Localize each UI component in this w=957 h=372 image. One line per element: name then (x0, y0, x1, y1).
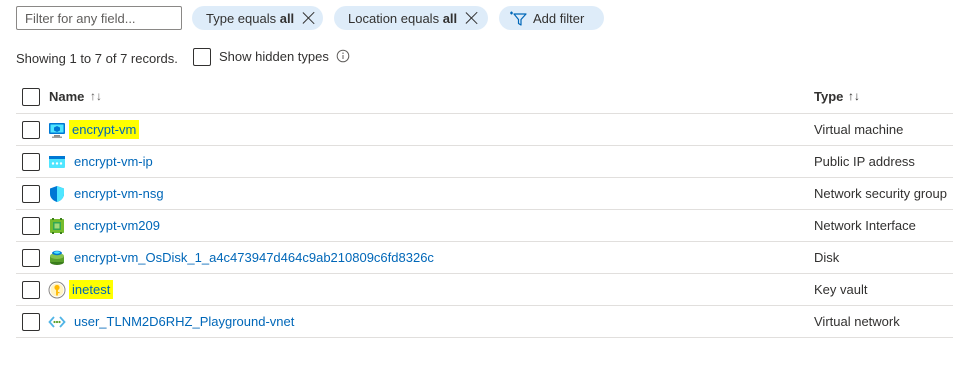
type-filter-pill[interactable]: Type equals all (192, 6, 323, 30)
nsg-shield-icon (50, 186, 64, 202)
add-filter-button[interactable]: Add filter (499, 6, 604, 30)
resource-link[interactable]: encrypt-vm_OsDisk_1_a4c473947d464c9ab210… (74, 250, 434, 265)
resource-link[interactable]: user_TLNM2D6RHZ_Playground-vnet (74, 314, 294, 329)
location-filter-text: Location equals all (348, 10, 458, 26)
row-checkbox[interactable] (22, 121, 40, 139)
virtual-network-icon (48, 316, 66, 328)
records-count-text: Showing 1 to 7 of 7 records. (16, 51, 178, 66)
type-sort-icon[interactable]: ↑↓ (848, 89, 860, 103)
resource-type: Network Interface (814, 218, 916, 233)
add-filter-icon (510, 11, 527, 26)
row-checkbox[interactable] (22, 313, 40, 331)
resource-link[interactable]: encrypt-vm-ip (74, 154, 153, 169)
resource-link[interactable]: encrypt-vm209 (74, 218, 160, 233)
location-filter-pill[interactable]: Location equals all (334, 6, 488, 30)
network-interface-icon (50, 218, 64, 234)
type-column-header[interactable]: Type (814, 89, 843, 104)
table-row: encrypt-vm-ip Public IP address (16, 146, 953, 178)
table-row: encrypt-vm-nsg Network security group (16, 178, 953, 210)
select-all-checkbox[interactable] (22, 88, 40, 106)
table-row: user_TLNM2D6RHZ_Playground-vnet Virtual … (16, 306, 953, 338)
table-row: encrypt-vm Virtual machine (16, 114, 953, 146)
close-icon[interactable] (302, 11, 313, 25)
info-icon[interactable] (336, 49, 350, 63)
table-row: encrypt-vm209 Network Interface (16, 210, 953, 242)
show-hidden-types-checkbox[interactable] (193, 48, 211, 66)
show-hidden-types-label: Show hidden types (219, 49, 329, 64)
name-sort-icon[interactable]: ↑↓ (90, 89, 102, 103)
public-ip-icon (49, 156, 65, 168)
table-row: inetest Key vault (16, 274, 953, 306)
filter-input[interactable] (16, 6, 182, 30)
disk-icon (50, 250, 64, 265)
resource-link[interactable]: inetest (69, 280, 114, 299)
add-filter-label: Add filter (533, 10, 585, 26)
table-header: Name ↑↓ Type ↑↓ (16, 80, 953, 114)
name-column-header[interactable]: Name (49, 89, 84, 104)
resource-list: encrypt-vm Virtual machine encrypt-vm-ip… (16, 114, 953, 338)
resource-type: Virtual network (814, 314, 900, 329)
row-checkbox[interactable] (22, 249, 40, 267)
key-vault-icon (48, 281, 66, 299)
virtual-machine-icon (49, 123, 65, 138)
row-checkbox[interactable] (22, 153, 40, 171)
type-filter-text: Type equals all (206, 10, 295, 26)
resource-type: Disk (814, 250, 840, 265)
row-checkbox[interactable] (22, 185, 40, 203)
resource-type: Public IP address (814, 154, 915, 169)
resource-link[interactable]: encrypt-vm-nsg (74, 186, 164, 201)
table-row: encrypt-vm_OsDisk_1_a4c473947d464c9ab210… (16, 242, 953, 274)
resource-type: Key vault (814, 282, 868, 297)
resource-type: Network security group (814, 186, 947, 201)
resource-type: Virtual machine (814, 122, 904, 137)
resource-link[interactable]: encrypt-vm (69, 120, 140, 139)
close-icon[interactable] (465, 11, 478, 25)
row-checkbox[interactable] (22, 281, 40, 299)
row-checkbox[interactable] (22, 217, 40, 235)
